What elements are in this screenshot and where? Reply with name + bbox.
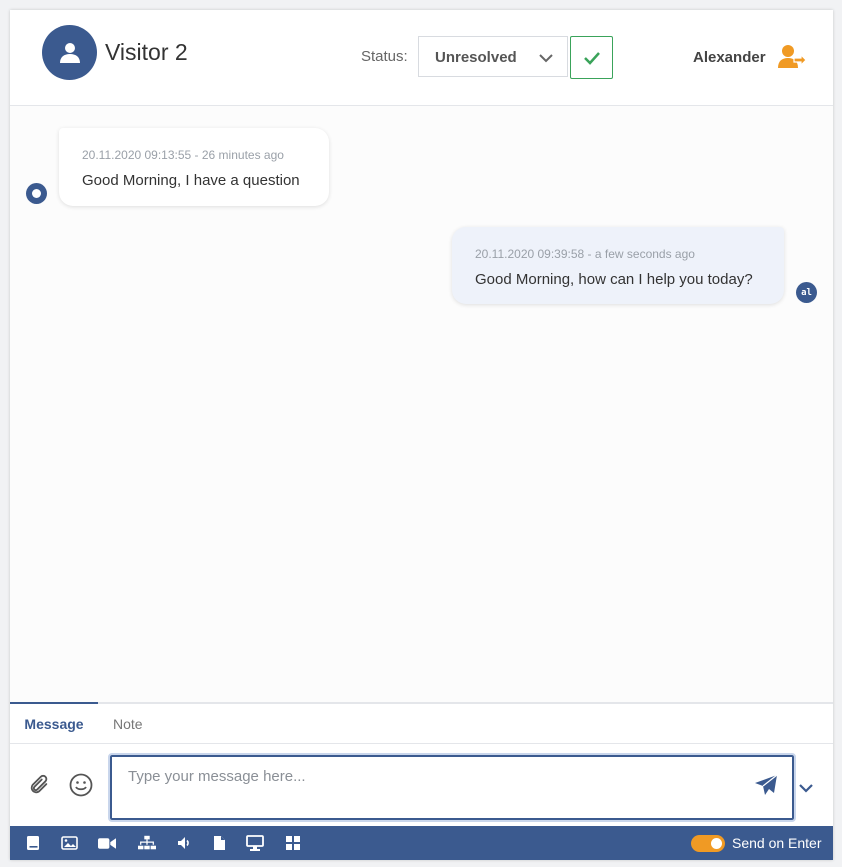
sitemap-icon[interactable]: [138, 835, 156, 851]
video-icon[interactable]: [98, 835, 116, 851]
resolve-button[interactable]: [570, 36, 613, 79]
message-bubble-visitor: 20.11.2020 09:13:55 - 26 minutes ago Goo…: [59, 128, 329, 206]
message-timestamp: 20.11.2020 09:13:55 - 26 minutes ago: [82, 148, 284, 162]
status-label: Status:: [361, 48, 408, 65]
message-text: Good Morning, how can I help you today?: [475, 271, 753, 288]
checkmark-icon: [583, 51, 600, 65]
message-timestamp: 20.11.2020 09:39:58 - a few seconds ago: [475, 247, 695, 261]
status-dropdown[interactable]: Unresolved: [418, 36, 568, 77]
volume-icon[interactable]: [176, 835, 194, 851]
visitor-avatar-icon: [42, 25, 97, 80]
chevron-down-icon[interactable]: [799, 780, 813, 798]
tab-note[interactable]: Note: [113, 704, 143, 744]
book-icon[interactable]: [24, 835, 42, 851]
image-icon[interactable]: [60, 835, 78, 851]
monitor-icon[interactable]: [246, 835, 264, 851]
composer-tabs: Message Note: [10, 702, 833, 744]
message-input[interactable]: [108, 753, 796, 822]
agent-avatar: al: [796, 282, 817, 303]
chevron-down-icon: [539, 50, 553, 68]
grid-icon[interactable]: [284, 835, 302, 851]
chat-window: Visitor 2 Status: Unresolved Alexander 2…: [10, 10, 833, 860]
message-text: Good Morning, I have a question: [82, 172, 300, 189]
bottom-toolbar: Send on Enter: [10, 826, 833, 860]
send-icon[interactable]: [754, 774, 778, 801]
tab-message[interactable]: Message: [10, 702, 98, 744]
chat-header: Visitor 2 Status: Unresolved Alexander: [10, 10, 833, 106]
visitor-small-avatar-icon: [26, 183, 47, 204]
agent-name: Alexander: [693, 49, 766, 66]
file-icon[interactable]: [210, 835, 228, 851]
message-bubble-agent: 20.11.2020 09:39:58 - a few seconds ago …: [452, 227, 784, 304]
transfer-user-icon[interactable]: [778, 44, 807, 75]
visitor-name: Visitor 2: [105, 39, 188, 65]
send-on-enter-toggle[interactable]: [691, 835, 725, 852]
composer: [10, 744, 833, 826]
send-on-enter-label: Send on Enter: [732, 835, 822, 851]
paperclip-icon[interactable]: [28, 774, 50, 801]
emoji-icon[interactable]: [69, 773, 93, 802]
message-thread: 20.11.2020 09:13:55 - 26 minutes ago Goo…: [10, 106, 833, 702]
status-value: Unresolved: [435, 49, 517, 66]
